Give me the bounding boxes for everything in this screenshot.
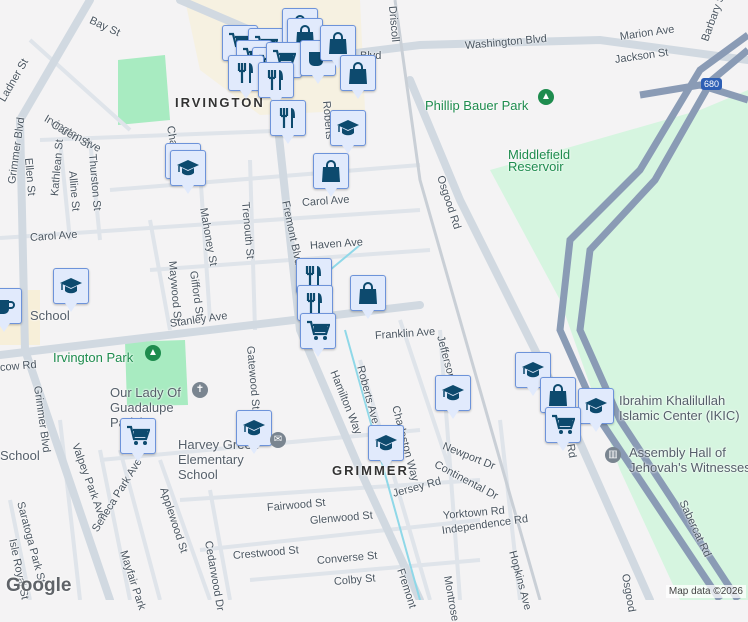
bag-icon <box>359 282 377 304</box>
cart-marker[interactable] <box>300 313 336 357</box>
cart-icon <box>307 320 330 340</box>
school-icon <box>442 385 464 401</box>
cart-marker[interactable] <box>545 407 581 451</box>
school-marker[interactable] <box>170 150 206 194</box>
school-marker[interactable] <box>435 375 471 419</box>
park-area <box>118 55 170 125</box>
restaurant-icon <box>279 108 295 128</box>
school-marker[interactable] <box>368 425 404 469</box>
restaurant-marker[interactable] <box>258 62 294 106</box>
school-icon <box>375 435 397 451</box>
bag-icon <box>549 384 567 406</box>
park-label[interactable]: Middlefield Reservoir <box>508 148 583 173</box>
restaurant-icon <box>306 293 322 313</box>
place-label[interactable]: School <box>30 308 70 323</box>
neighborhood-label: GRIMMER <box>332 463 409 478</box>
park-pin-icon: ▲ <box>145 345 161 361</box>
school-marker[interactable] <box>236 410 272 454</box>
school-icon <box>585 398 607 414</box>
school-icon <box>337 120 359 136</box>
restaurant-marker[interactable] <box>270 100 306 144</box>
church-pin-icon: ✝ <box>192 382 208 398</box>
map-attribution[interactable]: Map data ©2026 <box>665 585 746 598</box>
bag-marker[interactable] <box>340 55 376 99</box>
bag-icon <box>329 32 347 54</box>
park-pin-icon: ▲ <box>538 89 554 105</box>
park-label[interactable]: Irvington Park <box>53 351 133 364</box>
school-marker[interactable] <box>330 110 366 154</box>
school-icon <box>60 278 82 294</box>
park-label[interactable]: Phillip Bauer Park <box>425 99 528 112</box>
bag-marker[interactable] <box>350 275 386 319</box>
hall-pin-icon: ▥ <box>605 447 621 463</box>
place-label[interactable]: School <box>0 448 40 463</box>
coffee-marker[interactable] <box>0 288 22 332</box>
cart-icon <box>127 425 150 445</box>
bag-icon <box>322 160 340 182</box>
google-logo: Google <box>6 575 72 596</box>
school-pin-icon: ✉ <box>270 432 286 448</box>
cart-marker[interactable] <box>120 418 156 462</box>
cart-icon <box>552 414 575 434</box>
restaurant-icon <box>237 63 253 83</box>
school-icon <box>177 160 199 176</box>
place-label[interactable]: Assembly Hall of Jehovah's Witnesses <box>629 445 748 475</box>
school-icon <box>243 420 265 436</box>
bag-icon <box>349 62 367 84</box>
bag-marker[interactable] <box>313 153 349 197</box>
school-marker[interactable] <box>578 388 614 432</box>
restaurant-icon <box>267 70 283 90</box>
school-marker[interactable] <box>53 268 89 312</box>
place-label[interactable]: Ibrahim Khalilullah Islamic Center (IKIC… <box>619 393 748 423</box>
highway-shield-680: 680 <box>701 78 723 90</box>
coffee-icon <box>0 300 15 314</box>
